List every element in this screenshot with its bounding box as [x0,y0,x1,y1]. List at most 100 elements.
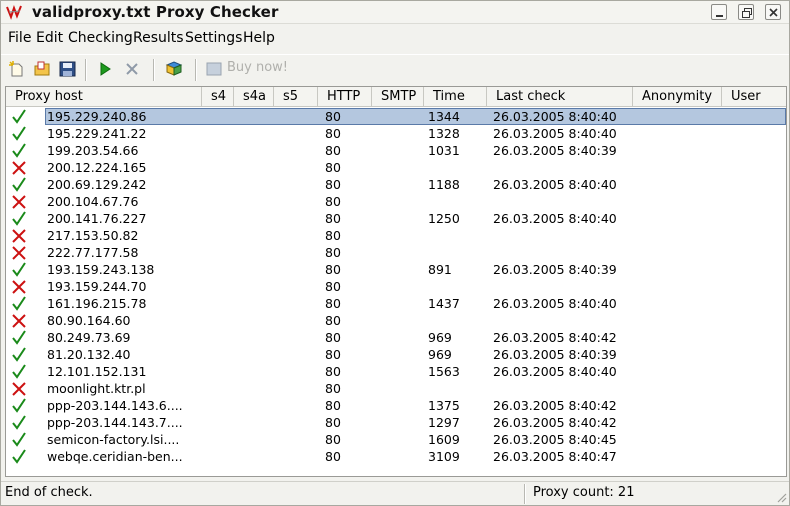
buy-now-icon[interactable] [204,59,224,79]
cross-icon [12,280,26,294]
menu-checking[interactable]: Checking [68,30,133,46]
menu-file[interactable]: File [8,30,31,46]
table-row[interactable]: 199.203.54.66 80 1031 26.03.2005 8:40:39 [6,142,786,159]
table-row[interactable]: 195.229.240.86 80 1344 26.03.2005 8:40:40 [6,108,786,125]
cell-proxy-host: 200.141.76.227 [47,211,147,226]
column-time[interactable]: Time [424,87,487,107]
toolbar [1,54,789,83]
cell-last-check: 26.03.2005 8:40:39 [493,143,617,158]
table-row[interactable]: 200.141.76.227 80 1250 26.03.2005 8:40:40 [6,210,786,227]
table-row[interactable]: ppp-203.144.143.6.... 80 1375 26.03.2005 8:… [6,397,786,414]
column-s4[interactable]: s4 [202,87,234,107]
cell-last-check: 26.03.2005 8:40:47 [493,449,617,464]
table-row[interactable]: moonlight.ktr.pl 80 [6,380,786,397]
column-header-row: Proxy host s4 s4a s5 HTTP SMTP Time Last… [6,87,786,107]
cell-time: 1344 [428,109,460,124]
help-book-icon[interactable] [164,59,184,79]
toolbar-separator [85,59,87,81]
table-row[interactable]: 217.153.50.82 80 [6,227,786,244]
check-icon [12,432,26,447]
cell-time: 1375 [428,398,460,413]
column-s5[interactable]: s5 [274,87,318,107]
cell-last-check: 26.03.2005 8:40:42 [493,415,617,430]
column-s4a[interactable]: s4a [234,87,274,107]
resize-grip-icon[interactable] [775,491,787,503]
column-proxy-host[interactable]: Proxy host [6,87,202,107]
table-row[interactable]: 80.90.164.60 80 [6,312,786,329]
cell-http: 80 [325,109,341,124]
proxy-checker-window: validproxy.txt Proxy Checker File Edit C… [0,0,790,506]
column-smtp[interactable]: SMTP [372,87,424,107]
check-icon [12,347,26,362]
close-button[interactable] [765,4,781,20]
cell-last-check: 26.03.2005 8:40:40 [493,177,617,192]
table-row[interactable]: semicon-factory.lsi.... 80 1609 26.03.2005 … [6,431,786,448]
cell-time [428,227,486,244]
cell-time: 891 [428,262,452,277]
table-row[interactable]: 200.12.224.165 80 [6,159,786,176]
table-row[interactable]: 80.249.73.69 80 969 26.03.2005 8:40:42 [6,329,786,346]
proxy-list[interactable]: Proxy host s4 s4a s5 HTTP SMTP Time Last… [5,86,787,477]
status-divider [524,484,526,504]
table-row[interactable]: ppp-203.144.143.7.... 80 1297 26.03.2005 8:… [6,414,786,431]
menu-results[interactable]: Results [133,30,184,46]
start-check-icon[interactable] [95,59,115,79]
column-http[interactable]: HTTP [318,87,372,107]
table-row[interactable]: 12.101.152.131 80 1563 26.03.2005 8:40:40 [6,363,786,380]
minimize-button[interactable] [711,4,727,20]
cross-icon [12,161,26,175]
cell-http: 80 [325,245,341,260]
check-icon [12,330,26,345]
cell-time: 1297 [428,415,460,430]
cell-proxy-host: semicon-factory.lsi.... [47,432,180,447]
check-icon [12,109,26,124]
cell-proxy-host: 200.104.67.76 [47,194,139,209]
cell-proxy-host: 222.77.177.58 [47,245,139,260]
restore-button[interactable] [738,4,754,20]
cell-proxy-host: 200.12.224.165 [47,160,147,175]
column-last-check[interactable]: Last check [487,87,633,107]
menu-help[interactable]: Help [243,30,275,46]
cell-last-check: 26.03.2005 8:40:45 [493,432,617,447]
cross-icon [12,229,26,243]
cell-time: 1563 [428,364,460,379]
new-file-icon[interactable] [7,59,27,79]
cell-proxy-host: 193.159.244.70 [47,279,147,294]
cell-proxy-host: ppp-203.144.143.7.... [47,415,183,430]
cell-proxy-host: 81.20.132.40 [47,347,131,362]
proxy-count: Proxy count: 21 [533,485,635,500]
cell-last-check [493,380,633,397]
table-row[interactable]: 200.69.129.242 80 1188 26.03.2005 8:40:40 [6,176,786,193]
table-row[interactable]: 193.159.243.138 80 891 26.03.2005 8:40:39 [6,261,786,278]
cell-last-check [493,159,633,176]
table-row[interactable]: 195.229.241.22 80 1328 26.03.2005 8:40:40 [6,125,786,142]
table-row[interactable]: 200.104.67.76 80 [6,193,786,210]
cross-icon [12,195,26,209]
check-icon [12,143,26,158]
check-icon [12,177,26,192]
open-folder-icon[interactable] [32,59,52,79]
cell-http: 80 [325,381,341,396]
column-user[interactable]: User [722,87,786,107]
cell-proxy-host: 193.159.243.138 [47,262,155,277]
stop-check-icon[interactable] [122,59,142,79]
table-row[interactable]: 222.77.177.58 80 [6,244,786,261]
cell-http: 80 [325,330,341,345]
table-row[interactable]: 193.159.244.70 80 [6,278,786,295]
title-bar[interactable]: validproxy.txt Proxy Checker [1,1,789,24]
close-icon [769,8,778,17]
table-row[interactable]: webqe.ceridian-ben... 80 3109 26.03.2005 8:… [6,448,786,465]
column-anonymity[interactable]: Anonymity [633,87,722,107]
cell-proxy-host: 195.229.241.22 [47,126,147,141]
table-row[interactable]: 161.196.215.78 80 1437 26.03.2005 8:40:40 [6,295,786,312]
table-row[interactable]: 81.20.132.40 80 969 26.03.2005 8:40:39 [6,346,786,363]
cell-http: 80 [325,262,341,277]
buy-now-button[interactable]: Buy now! [227,60,288,75]
cell-last-check: 26.03.2005 8:40:42 [493,330,617,345]
window-title: validproxy.txt Proxy Checker [32,3,279,21]
menu-settings[interactable]: Settings [185,30,242,46]
cell-time: 1328 [428,126,460,141]
cell-time: 969 [428,330,452,345]
menu-edit[interactable]: Edit [36,30,63,46]
save-icon[interactable] [57,59,77,79]
